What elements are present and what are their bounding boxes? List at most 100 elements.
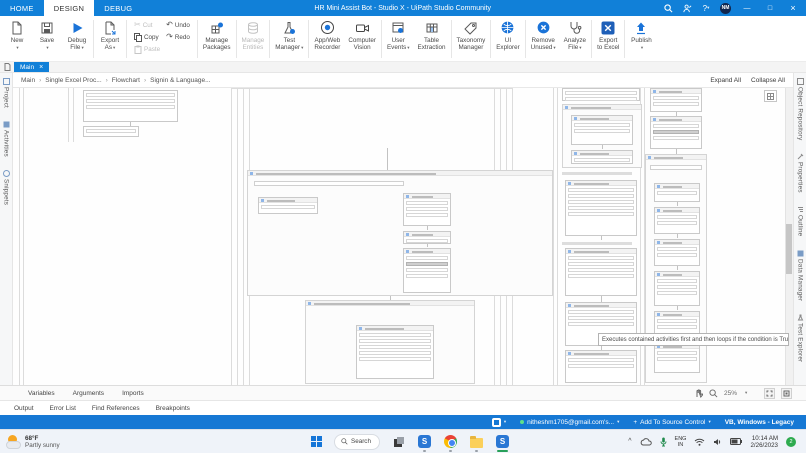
scrollbar-thumb[interactable] [786, 224, 792, 274]
user-events-button[interactable]: User Events▾ [383, 17, 414, 61]
paste-button[interactable]: Paste [134, 44, 160, 54]
activity-node[interactable] [258, 197, 318, 214]
zoom-reset-icon[interactable] [781, 387, 792, 399]
activity-node[interactable] [650, 88, 702, 112]
breadcrumb-main[interactable]: Main [21, 77, 41, 84]
battery-icon[interactable] [730, 438, 743, 445]
if-container-node[interactable] [247, 170, 553, 296]
tab-main[interactable]: Main × [14, 62, 50, 72]
copy-button[interactable]: Copy [134, 32, 160, 42]
workflow-canvas[interactable]: Executes contained activities first and … [13, 88, 793, 385]
computer-vision-button[interactable]: ComputerVision▾ [344, 17, 380, 61]
compatibility-label[interactable]: VB, Windows - Legacy [725, 419, 794, 426]
tab-output[interactable]: Output [14, 405, 34, 412]
avatar[interactable]: NM [720, 2, 731, 14]
tab-arguments[interactable]: Arguments [73, 390, 104, 397]
redo-button[interactable]: ↷ Redo [166, 32, 190, 42]
tab-properties[interactable]: Properties [797, 153, 804, 193]
tab-error-list[interactable]: Error List [50, 405, 76, 412]
activity-node[interactable] [403, 248, 451, 293]
taxonomy-manager-button[interactable]: TaxonomyManager▾ [453, 17, 490, 61]
app-web-recorder-button[interactable]: App/WebRecorder▾ [310, 17, 344, 61]
publish-button[interactable]: Publish ▾ [626, 17, 656, 61]
canvas-overview-button[interactable] [764, 90, 777, 102]
sequence-container-node[interactable] [562, 104, 642, 168]
manage-packages-button[interactable]: ManagePackages▾ [199, 17, 235, 61]
expand-all-button[interactable]: Expand All [710, 77, 741, 84]
search-icon[interactable] [663, 3, 673, 13]
ribbon-tab-home[interactable]: HOME [0, 0, 44, 16]
sidebar-item-snippets[interactable]: Snippets [2, 169, 10, 205]
activity-node[interactable] [403, 231, 451, 244]
breadcrumb-flowchart[interactable]: Flowchart [112, 77, 146, 84]
zoom-magnifier-icon[interactable] [709, 388, 718, 398]
taskbar-search[interactable]: Search [334, 433, 380, 450]
language-indicator[interactable]: ENG IN [675, 436, 687, 448]
pan-hand-icon[interactable] [694, 388, 703, 398]
if-container-node[interactable] [645, 154, 707, 383]
weather-widget[interactable]: 68°F Partly sunny [6, 434, 256, 449]
close-button[interactable]: × [786, 3, 800, 13]
breadcrumb-single-excel[interactable]: Single Excel Proc... [45, 77, 108, 84]
ribbon-tab-design[interactable]: DESIGN [43, 0, 95, 16]
ribbon-tab-debug[interactable]: DEBUG [94, 0, 142, 16]
debug-file-button[interactable]: Debug File▾ [62, 17, 92, 61]
ui-explorer-button[interactable]: UIExplorer▾ [492, 17, 523, 61]
export-to-excel-button[interactable]: Exportto Excel▾ [593, 17, 623, 61]
add-to-source-control-button[interactable]: + Add To Source Control ▾ [633, 419, 710, 426]
zoom-level-select[interactable]: 25% ▾ [724, 390, 758, 397]
breadcrumb-signin-language[interactable]: Signin & Language... [150, 77, 210, 84]
cut-button[interactable]: ✂ Cut [134, 20, 160, 30]
task-view-button[interactable] [391, 434, 406, 449]
tab-data-manager[interactable]: Data Manager [797, 250, 804, 301]
activity-node[interactable] [565, 248, 637, 296]
tab-variables[interactable]: Variables [28, 390, 55, 397]
analyze-file-button[interactable]: Analyze File▾ [560, 17, 590, 61]
activity-node[interactable] [565, 350, 637, 383]
test-manager-button[interactable]: Test Manager▾ [271, 17, 307, 61]
wifi-icon[interactable] [694, 438, 705, 446]
onedrive-icon[interactable] [640, 437, 652, 446]
activity-node[interactable] [571, 150, 633, 164]
feedback-icon[interactable] [682, 3, 692, 13]
account-menu[interactable]: nitheshm1705@gmail.com's... ▾ [520, 419, 619, 426]
activity-node[interactable] [356, 325, 434, 379]
start-button[interactable] [311, 435, 323, 448]
hidden-icons-chevron[interactable]: ^ [628, 438, 631, 445]
table-extraction-button[interactable]: TableExtraction▾ [414, 17, 450, 61]
activity-node[interactable] [654, 207, 700, 234]
activity-node[interactable] [83, 126, 139, 137]
uipath-studio-active-taskbar-icon[interactable]: S [495, 434, 510, 452]
activity-node[interactable] [562, 88, 640, 101]
sidebar-item-activities[interactable]: Activities [3, 121, 10, 157]
condition-field[interactable] [254, 181, 404, 186]
activity-node[interactable] [654, 271, 700, 306]
save-button[interactable]: Save ▾ [32, 17, 62, 61]
tab-test-explorer[interactable]: Test Explorer [797, 314, 804, 362]
activity-node[interactable] [83, 90, 178, 122]
export-as-button[interactable]: Export As▾ [95, 17, 125, 61]
sidebar-item-project[interactable]: Project [2, 78, 10, 108]
activity-node[interactable] [571, 115, 633, 145]
close-tab-icon[interactable]: × [39, 64, 43, 71]
activity-node[interactable] [650, 116, 702, 149]
microphone-icon[interactable] [660, 437, 667, 447]
tab-imports[interactable]: Imports [122, 390, 144, 397]
tab-object-repository[interactable]: Object Repository [796, 78, 804, 140]
new-button[interactable]: New ▾ [2, 17, 32, 61]
chrome-taskbar-icon[interactable] [443, 434, 458, 452]
file-explorer-taskbar-icon[interactable] [469, 434, 484, 452]
maximize-button[interactable]: □ [763, 5, 777, 12]
notification-badge[interactable]: 2 [786, 436, 796, 447]
activity-node[interactable] [565, 180, 637, 236]
help-icon[interactable]: ? ▾ [701, 3, 711, 13]
assistant-menu[interactable]: ▾ [491, 417, 506, 427]
condition-field[interactable] [650, 165, 702, 170]
volume-icon[interactable] [713, 438, 722, 446]
activity-node[interactable] [654, 239, 700, 266]
tab-outline[interactable]: Outline [797, 206, 804, 237]
activity-node[interactable] [654, 183, 700, 202]
minimize-button[interactable]: — [740, 5, 754, 12]
activity-node[interactable] [654, 343, 700, 373]
clock[interactable]: 10:14 AM 2/26/2023 [750, 435, 778, 449]
